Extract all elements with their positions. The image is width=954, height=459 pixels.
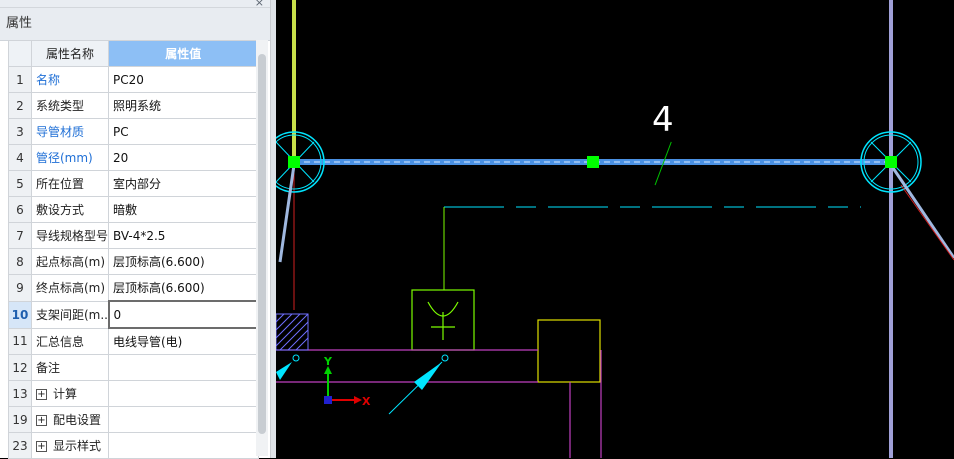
hatched-block[interactable] <box>276 313 309 351</box>
property-value[interactable]: 暗敷 <box>108 196 259 223</box>
diagonal-conduit-right[interactable] <box>889 164 954 259</box>
row-number: 1 <box>8 66 32 93</box>
expand-icon[interactable]: + <box>36 389 47 400</box>
row-number: 23 <box>8 432 32 459</box>
group-label: 配电设置 <box>53 413 102 427</box>
property-name: 敷设方式 <box>31 196 109 223</box>
table-row-group[interactable]: 19 + 配电设置 <box>8 406 259 433</box>
dimension-label: 4 <box>652 100 674 140</box>
property-name: 名称 <box>31 66 109 93</box>
panel-title: 属性 <box>0 8 270 41</box>
row-number: 13 <box>8 380 32 407</box>
property-value <box>108 406 259 433</box>
row-number: 8 <box>8 248 32 275</box>
properties-table: 属性名称 属性值 1 名称 PC20 2 系统类型 照明系统 3 导管材质 PC… <box>8 40 259 459</box>
ucs-axis-icon <box>324 366 362 404</box>
scrollbar-thumb[interactable] <box>258 54 266 434</box>
drawing-svg[interactable] <box>276 0 954 458</box>
property-name: 起点标高(m) <box>31 248 109 275</box>
property-name: 终点标高(m) <box>31 274 109 302</box>
table-row[interactable]: 12 备注 <box>8 354 259 381</box>
row-number: 6 <box>8 196 32 223</box>
property-name: 支架间距(m... <box>31 300 109 329</box>
yellow-equipment-box[interactable] <box>537 319 601 383</box>
group-label: 显示样式 <box>53 439 102 453</box>
cyan-arrow-center[interactable] <box>388 354 449 415</box>
property-value[interactable]: 层顶标高(6.600) <box>108 248 259 275</box>
properties-panel: × 属性 属性名称 属性值 1 名称 PC20 2 系统类型 照明系统 3 导管… <box>0 0 271 459</box>
panel-close-bar: × <box>0 0 270 9</box>
row-number-header <box>8 40 32 67</box>
row-number: 9 <box>8 274 32 302</box>
table-row[interactable]: 9 终点标高(m) 层顶标高(6.600) <box>8 274 259 302</box>
property-value[interactable]: 室内部分 <box>108 170 259 197</box>
property-name: 系统类型 <box>31 92 109 119</box>
property-value[interactable]: PC20 <box>108 66 259 93</box>
table-row[interactable]: 8 起点标高(m) 层顶标高(6.600) <box>8 248 259 275</box>
property-group[interactable]: + 显示样式 <box>31 432 109 459</box>
property-value[interactable]: 20 <box>108 144 259 171</box>
property-value[interactable]: BV-4*2.5 <box>108 222 259 249</box>
diagonal-conduit-left[interactable] <box>278 164 296 263</box>
axis-x-label: X <box>362 395 371 408</box>
row-number: 10 <box>8 300 32 329</box>
property-value <box>108 432 259 459</box>
column-header-value[interactable]: 属性值 <box>108 40 259 67</box>
row-number: 5 <box>8 170 32 197</box>
cad-canvas[interactable]: 4 Y X <box>276 0 954 458</box>
table-row[interactable]: 4 管径(mm) 20 <box>8 144 259 171</box>
property-name: 管径(mm) <box>31 144 109 171</box>
grip-end[interactable] <box>885 156 897 168</box>
property-value[interactable] <box>108 354 259 381</box>
column-header-name[interactable]: 属性名称 <box>31 40 109 67</box>
axis-y-label: Y <box>324 355 332 368</box>
property-name: 汇总信息 <box>31 327 109 355</box>
grip-mid[interactable] <box>587 156 599 168</box>
property-value-editor[interactable]: 0 <box>107 300 259 329</box>
table-row-group[interactable]: 23 + 显示样式 <box>8 432 259 459</box>
property-value[interactable]: 电线导管(电) <box>108 327 259 355</box>
property-group[interactable]: + 配电设置 <box>31 406 109 433</box>
expand-icon[interactable]: + <box>36 441 47 452</box>
grip-start[interactable] <box>288 156 300 168</box>
expand-icon[interactable]: + <box>36 415 47 426</box>
row-number: 19 <box>8 406 32 433</box>
row-number: 7 <box>8 222 32 249</box>
close-icon[interactable]: × <box>255 0 264 9</box>
row-number: 4 <box>8 144 32 171</box>
table-row[interactable]: 2 系统类型 照明系统 <box>8 92 259 119</box>
table-row[interactable]: 6 敷设方式 暗敷 <box>8 196 259 223</box>
table-row[interactable]: 5 所在位置 室内部分 <box>8 170 259 197</box>
property-name: 备注 <box>31 354 109 381</box>
vertical-scrollbar[interactable] <box>256 40 268 456</box>
property-name: 导线规格型号 <box>31 222 109 249</box>
row-number: 12 <box>8 354 32 381</box>
property-value[interactable]: 层顶标高(6.600) <box>108 274 259 302</box>
property-value[interactable]: 照明系统 <box>108 92 259 119</box>
property-name: 所在位置 <box>31 170 109 197</box>
property-value[interactable]: PC <box>108 118 259 145</box>
red-diagonal <box>900 184 954 261</box>
property-group[interactable]: + 计算 <box>31 380 109 407</box>
group-label: 计算 <box>53 387 78 401</box>
row-number: 11 <box>8 327 32 355</box>
cyan-arrow-left[interactable] <box>276 354 300 380</box>
table-row[interactable]: 3 导管材质 PC <box>8 118 259 145</box>
table-row-group[interactable]: 13 + 计算 <box>8 380 259 407</box>
table-row[interactable]: 7 导线规格型号 BV-4*2.5 <box>8 222 259 249</box>
row-number: 2 <box>8 92 32 119</box>
table-row-selected[interactable]: 10 支架间距(m... 0 <box>8 300 259 329</box>
table-row[interactable]: 1 名称 PC20 <box>8 66 259 93</box>
property-name: 导管材质 <box>31 118 109 145</box>
table-row[interactable]: 11 汇总信息 电线导管(电) <box>8 327 259 355</box>
property-value <box>108 380 259 407</box>
row-number: 3 <box>8 118 32 145</box>
